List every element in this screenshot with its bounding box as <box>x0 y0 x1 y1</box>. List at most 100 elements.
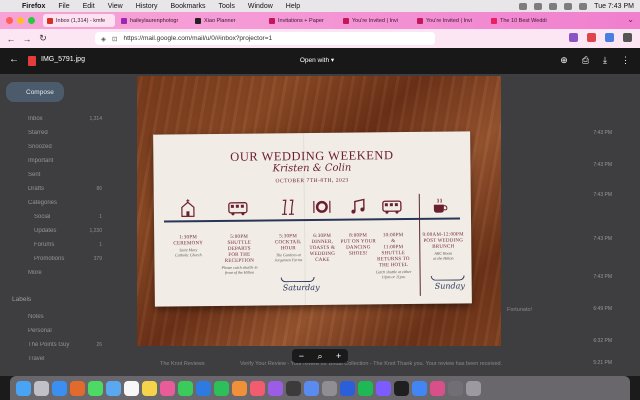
open-with-button[interactable]: Open with ▾ <box>294 55 340 67</box>
coffee-cup-icon <box>433 198 448 213</box>
photos-icon[interactable] <box>160 380 175 396</box>
menu-history[interactable]: History <box>136 3 158 10</box>
compose-button[interactable]: Compose <box>6 82 64 102</box>
print-icon[interactable]: ⎙ <box>582 55 589 65</box>
tab-hailey[interactable]: haileylaurenphotogr <box>117 14 189 27</box>
extension-icon[interactable] <box>569 33 578 42</box>
sidebar-item-promotions[interactable]: Promotions <box>34 256 64 262</box>
podcasts-icon[interactable] <box>268 380 283 396</box>
download-icon[interactable]: ⤓ <box>603 55 607 65</box>
wifi-icon[interactable] <box>549 2 558 10</box>
add-to-drive-icon[interactable]: ⊕ <box>560 55 568 65</box>
app-store-icon[interactable] <box>304 380 319 396</box>
more-options-icon[interactable]: ⋮ <box>621 55 630 65</box>
launchpad-icon[interactable] <box>34 380 49 396</box>
finder-icon[interactable] <box>16 380 31 396</box>
email-time: 5:21 PM <box>593 360 612 366</box>
label-item-travel[interactable]: Travel <box>28 356 44 362</box>
safari-icon[interactable] <box>52 380 67 396</box>
menu-tools[interactable]: Tools <box>219 3 235 10</box>
sidebar-item-updates[interactable]: Updates <box>34 228 56 234</box>
sidebar-item-starred[interactable]: Starred <box>28 130 48 136</box>
zoom-reset-icon[interactable]: ⌕ <box>317 351 322 362</box>
sidebar-item-social[interactable]: Social <box>34 214 50 220</box>
downloads-icon[interactable] <box>448 380 463 396</box>
reload-icon[interactable]: ↻ <box>38 33 48 44</box>
menu-edit[interactable]: Edit <box>83 3 95 10</box>
tab-xiao-planner[interactable]: Xiao Planner <box>191 14 263 27</box>
menu-app-name[interactable]: Firefox <box>22 3 45 10</box>
close-window-button[interactable] <box>6 17 13 24</box>
back-arrow-icon[interactable]: ← <box>9 54 19 65</box>
tv-icon[interactable] <box>286 380 301 396</box>
email-sender[interactable]: Fortunato! <box>507 307 532 313</box>
messages-icon[interactable] <box>88 380 103 396</box>
firefox-icon[interactable] <box>70 380 85 396</box>
facetime-icon[interactable] <box>178 380 193 396</box>
keynote-icon[interactable] <box>196 380 211 396</box>
menu-file[interactable]: File <box>58 3 69 10</box>
back-arrow-icon[interactable]: ← <box>6 34 16 44</box>
tab-best-wedding[interactable]: The 10 Best Weddi <box>487 14 559 27</box>
site-icon <box>343 17 349 24</box>
minimize-window-button[interactable] <box>17 17 24 24</box>
gmail-sidebar: Compose Inbox 1,314 Starred Snoozed Impo… <box>0 48 108 376</box>
app-icon[interactable] <box>376 380 391 396</box>
zoom-out-button[interactable]: − <box>299 351 304 361</box>
chrome-icon[interactable] <box>412 380 427 396</box>
pages-icon[interactable] <box>232 380 247 396</box>
label-item-personal[interactable]: Personal <box>28 328 52 334</box>
lock-icon[interactable]: ⊡ <box>112 35 117 43</box>
tab-invited-2[interactable]: You're Invited | Invi <box>413 14 485 27</box>
label-item-points-guy[interactable]: The Points Guy <box>28 342 69 348</box>
mail-icon[interactable] <box>106 380 121 396</box>
email-snippet[interactable]: Verify Your Review - Your review for Bri… <box>240 361 502 367</box>
tab-invited-1[interactable]: You're Invited | Invi <box>339 14 411 27</box>
calendar-icon[interactable] <box>124 380 139 396</box>
numbers-icon[interactable] <box>214 380 229 396</box>
search-icon[interactable] <box>564 2 573 10</box>
sidebar-item-sent[interactable]: Sent <box>28 172 40 178</box>
forward-arrow-icon[interactable]: → <box>22 34 32 44</box>
zoom-window-button[interactable] <box>28 17 35 24</box>
extension-icon[interactable] <box>605 33 614 42</box>
app-icon[interactable] <box>430 380 445 396</box>
menu-icon[interactable] <box>623 33 632 42</box>
settings-icon[interactable] <box>322 380 337 396</box>
trash-icon[interactable] <box>466 380 481 396</box>
status-icon[interactable] <box>534 2 543 10</box>
tab-list-chevron-icon[interactable]: ⌄ <box>627 15 634 24</box>
menu-window[interactable]: Window <box>248 3 273 10</box>
music-icon[interactable] <box>250 380 265 396</box>
control-center-icon[interactable] <box>579 2 588 10</box>
label-item-notes[interactable]: Notes <box>28 314 44 320</box>
spotify-icon[interactable] <box>358 380 373 396</box>
sidebar-item-categories[interactable]: Categories <box>28 200 57 206</box>
word-icon[interactable] <box>340 380 355 396</box>
sidebar-item-inbox[interactable]: Inbox <box>28 116 43 122</box>
sidebar-item-more[interactable]: More <box>28 270 42 276</box>
shield-icon[interactable]: ◈ <box>101 35 106 43</box>
extension-icon[interactable] <box>587 33 596 42</box>
sidebar-item-snoozed[interactable]: Snoozed <box>28 144 52 150</box>
sidebar-item-drafts[interactable]: Drafts <box>28 186 44 192</box>
menubar-clock[interactable]: Tue 7:43 PM <box>594 3 634 10</box>
tab-inbox[interactable]: Inbox (1,314) - kmfe <box>43 14 115 27</box>
tab-invitations[interactable]: Invitations + Paper <box>265 14 337 27</box>
tab-strip: Inbox (1,314) - kmfe haileylaurenphotogr… <box>0 12 640 29</box>
notes-icon[interactable] <box>142 380 157 396</box>
apple-icon[interactable] <box>6 2 14 10</box>
site-icon <box>491 17 497 24</box>
zoom-in-button[interactable]: + <box>336 351 341 361</box>
email-sender[interactable]: The Knot Reviews <box>160 361 205 367</box>
sidebar-item-forums[interactable]: Forums <box>34 242 54 248</box>
url-field[interactable]: ◈ ⊡ https://mail.google.com/mail/u/0/#in… <box>95 32 435 45</box>
menu-help[interactable]: Help <box>286 3 300 10</box>
menu-bookmarks[interactable]: Bookmarks <box>171 3 206 10</box>
toolbar-extensions <box>569 33 632 42</box>
app-icon[interactable] <box>394 380 409 396</box>
sidebar-item-important[interactable]: Important <box>28 158 53 164</box>
status-icon[interactable] <box>519 2 528 10</box>
event-note: front of the Hilton <box>225 269 255 275</box>
menu-view[interactable]: View <box>108 3 123 10</box>
